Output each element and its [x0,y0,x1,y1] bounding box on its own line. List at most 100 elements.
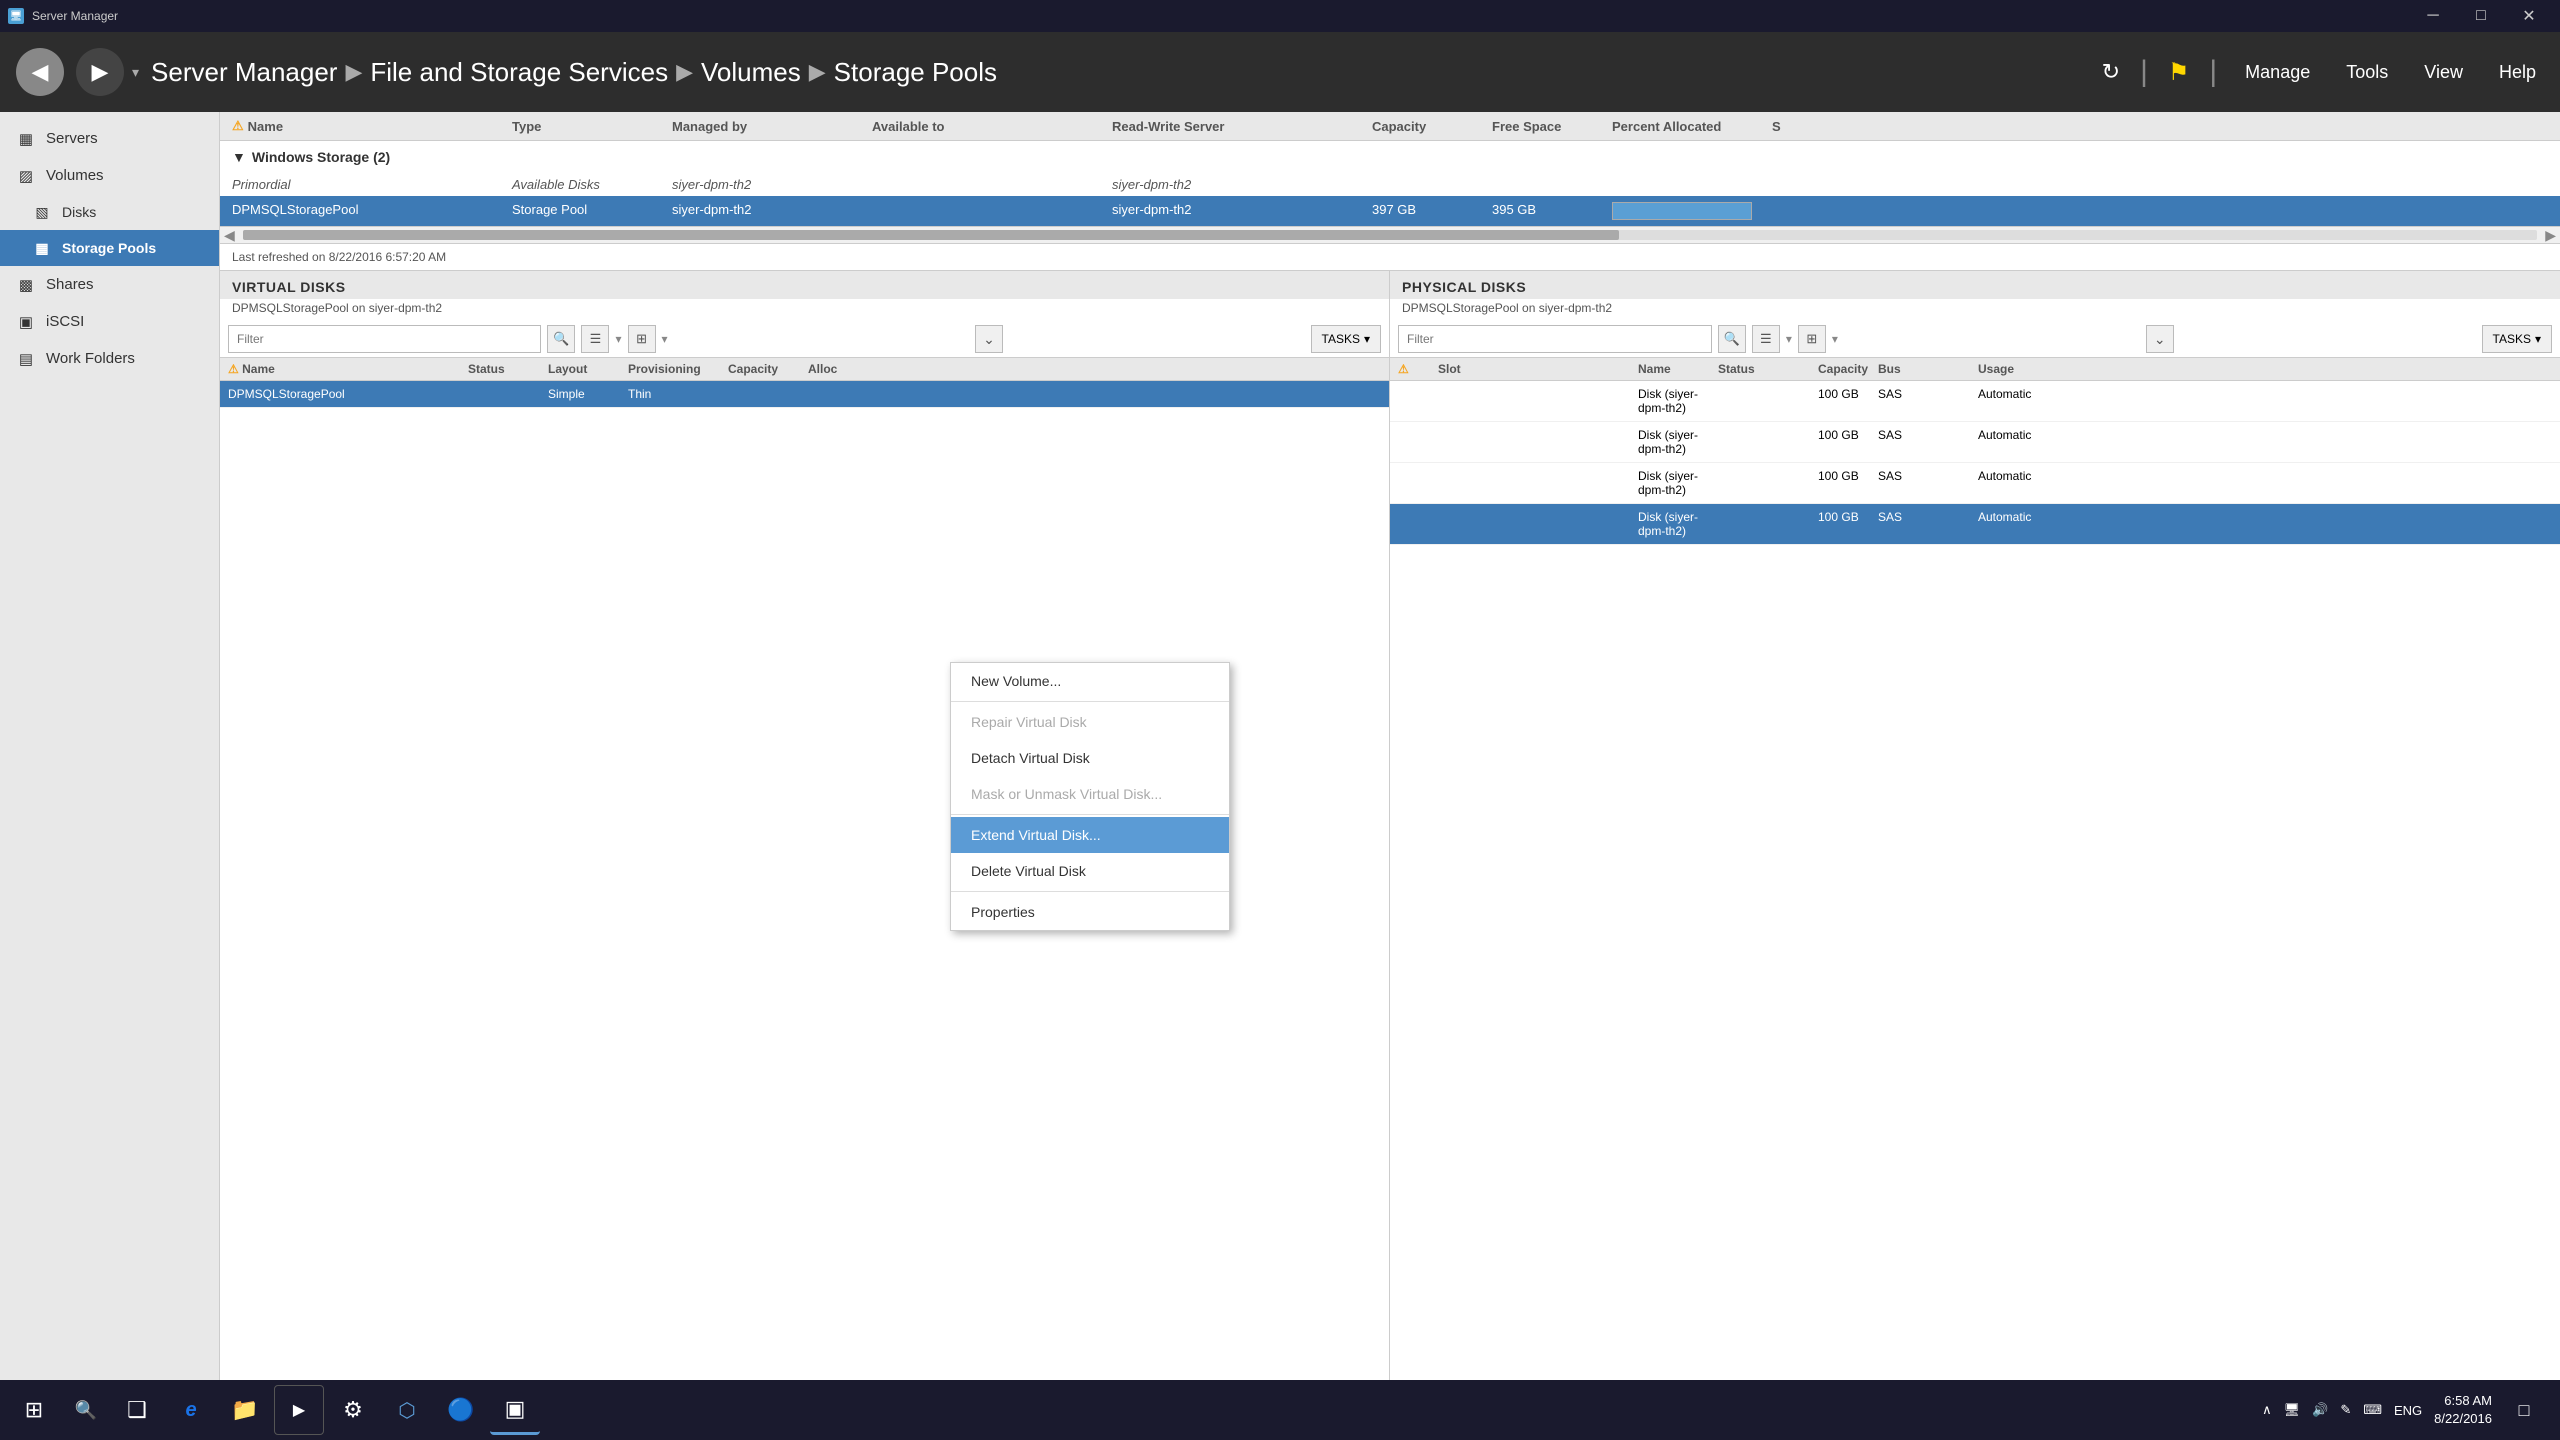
vdisk-search-button[interactable]: 🔍 [547,325,575,353]
pdisk-view-arrow[interactable]: ▾ [1786,332,1792,346]
horizontal-scrollbar[interactable]: ◀ ▶ [220,226,2560,244]
col-type: Type [512,118,672,134]
sidebar-item-storage-pools[interactable]: ▦ Storage Pools [0,230,219,266]
vdisk-col-alloc: Alloc [808,362,888,376]
pdisk-view-button[interactable]: ☰ [1752,325,1780,353]
vdisk-view-arrow[interactable]: ▾ [615,332,621,346]
vdisk-group-arrow[interactable]: ▾ [662,332,668,346]
ie-button[interactable]: e [166,1385,216,1435]
vdisk-view-button[interactable]: ☰ [581,325,609,353]
search-button[interactable]: 🔍 [64,1388,108,1432]
pdisk-1-name: Disk (siyer-dpm-th2) [1638,428,1718,456]
pdisk-row-3[interactable]: Disk (siyer-dpm-th2) 100 GB SAS Automati… [1390,504,2560,545]
vdisk-filter-input[interactable] [228,325,541,353]
pdisk-filter-input[interactable] [1398,325,1712,353]
pdisk-1-status [1718,428,1818,456]
vdisk-tasks-button[interactable]: TASKS ▾ [1311,325,1382,353]
breadcrumb-part1[interactable]: Server Manager [151,57,337,88]
ctx-delete-vdisk[interactable]: Delete Virtual Disk [951,853,1229,889]
storage-pool-row[interactable]: DPMSQLStoragePool Storage Pool siyer-dpm… [220,196,2560,226]
nav-dropdown-button[interactable]: ▾ [132,64,139,81]
tray-up-arrow[interactable]: ∧ [2262,1402,2272,1418]
server-manager-button[interactable]: ▣ [490,1385,540,1435]
pdisk-group-button[interactable]: ⊞ [1798,325,1826,353]
start-button[interactable]: ⊞ [8,1384,60,1436]
pdisk-0-bus: SAS [1878,387,1978,415]
group-expand-icon[interactable]: ▼ [232,149,246,165]
vdisk-group-button[interactable]: ⊞ [628,325,656,353]
tools-button[interactable]: Tools [2338,58,2396,87]
tray-network-icon[interactable]: 🖥 [2284,1402,2301,1418]
ctx-detach-vdisk[interactable]: Detach Virtual Disk [951,740,1229,776]
virtual-disks-header: VIRTUAL DISKS [220,271,1389,299]
primordial-rw-server: siyer-dpm-th2 [1112,177,1372,192]
scroll-right-arrow[interactable]: ▶ [2541,227,2560,244]
vdisk-row[interactable]: DPMSQLStoragePool Simple Thin [220,381,1389,408]
nav-back-button[interactable]: ◀ [16,48,64,96]
primordial-row[interactable]: Primordial Available Disks siyer-dpm-th2… [220,173,2560,196]
physical-disks-toolbar: 🔍 ☰ ▾ ⊞ ▾ ⌄ TASKS ▾ [1390,321,2560,358]
ctx-properties[interactable]: Properties [951,894,1229,930]
pdisk-2-status [1718,469,1818,497]
breadcrumb-part4[interactable]: Storage Pools [834,57,997,88]
pdisk-tasks-button[interactable]: TASKS ▾ [2482,325,2553,353]
sidebar-item-volumes[interactable]: ▨ Volumes [0,157,219,194]
close-button[interactable]: ✕ [2506,0,2552,32]
cmd-button[interactable]: ▶ [274,1385,324,1435]
pool-rw-server: siyer-dpm-th2 [1112,202,1372,220]
pdisk-0-warning [1398,387,1438,415]
flag-icon[interactable]: ⚑ [2168,58,2190,87]
context-menu: New Volume... Repair Virtual Disk Detach… [950,662,1230,931]
tray-keyboard-icon[interactable]: ⌨ [2363,1402,2382,1418]
sidebar-label-servers: Servers [46,130,98,147]
vdisk-col-header: ⚠ Name Status Layout Provisioning Capaci… [220,358,1389,381]
tray-volume-icon[interactable]: 🔊 [2312,1402,2328,1418]
ps-button[interactable]: ⬡ [382,1385,432,1435]
pdisk-row-2[interactable]: Disk (siyer-dpm-th2) 100 GB SAS Automati… [1390,463,2560,504]
sidebar-item-disks[interactable]: ▧ Disks [0,194,219,230]
explorer-button[interactable]: 📁 [220,1385,270,1435]
minimize-button[interactable]: ─ [2410,0,2456,32]
tray-pen-icon[interactable]: ✎ [2340,1402,2351,1418]
pdisk-row-1[interactable]: Disk (siyer-dpm-th2) 100 GB SAS Automati… [1390,422,2560,463]
pdisk-col-name: Name [1638,362,1718,376]
scroll-left-arrow[interactable]: ◀ [220,227,239,244]
primordial-type: Available Disks [512,177,672,192]
breadcrumb-part2[interactable]: File and Storage Services [370,57,668,88]
vdisk-expand-button[interactable]: ⌄ [975,325,1003,353]
pdisk-0-usage: Automatic [1978,387,2058,415]
col-available-to: Available to [872,118,1112,134]
sidebar-item-iscsi[interactable]: ▣ iSCSI [0,303,219,340]
notification-button[interactable]: □ [2504,1390,2544,1430]
blue-button[interactable]: 🔵 [436,1385,486,1435]
view-button[interactable]: View [2416,58,2471,87]
task-view-button[interactable]: ❑ [112,1385,162,1435]
pdisk-2-slot [1438,469,1638,497]
language-indicator[interactable]: ENG [2394,1403,2422,1418]
sidebar-item-shares[interactable]: ▩ Shares [0,266,219,303]
volumes-icon: ▨ [16,168,36,184]
apps-button[interactable]: ⚙ [328,1385,378,1435]
pdisk-expand-button[interactable]: ⌄ [2146,325,2174,353]
refresh-button[interactable]: ↻ [2102,59,2120,85]
ctx-new-volume[interactable]: New Volume... [951,663,1229,699]
pdisk-2-name: Disk (siyer-dpm-th2) [1638,469,1718,497]
manage-button[interactable]: Manage [2237,58,2318,87]
breadcrumb-part3[interactable]: Volumes [701,57,801,88]
pdisk-search-button[interactable]: 🔍 [1718,325,1746,353]
scroll-track[interactable] [243,230,2537,240]
pdisk-group-arrow[interactable]: ▾ [1832,332,1838,346]
help-button[interactable]: Help [2491,58,2544,87]
clock: 6:58 AM 8/22/2016 [2434,1392,2492,1428]
sidebar-item-work-folders[interactable]: ▤ Work Folders [0,340,219,377]
group-label: Windows Storage (2) [252,149,390,165]
maximize-button[interactable]: □ [2458,0,2504,32]
sidebar: ▦ Servers ▨ Volumes ▧ Disks ▦ Storage Po… [0,112,220,1440]
sidebar-item-servers[interactable]: ▦ Servers [0,120,219,157]
storage-pools-table: ⚠ Name Type Managed by Available to Read… [220,112,2560,271]
pdisk-row-0[interactable]: Disk (siyer-dpm-th2) 100 GB SAS Automati… [1390,381,2560,422]
iscsi-icon: ▣ [16,314,36,330]
pdisk-col-bus: Bus [1878,362,1978,376]
ctx-extend-vdisk[interactable]: Extend Virtual Disk... [951,817,1229,853]
nav-forward-button[interactable]: ▶ [76,48,124,96]
